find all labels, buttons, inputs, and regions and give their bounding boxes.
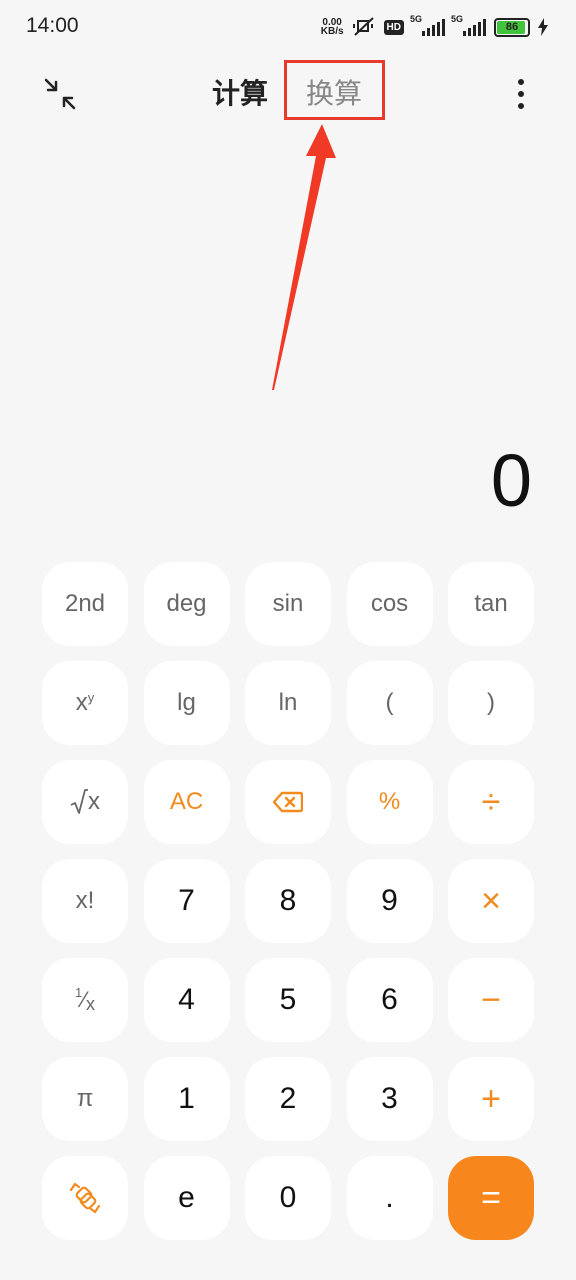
key-deg[interactable]: deg <box>143 562 230 646</box>
network-speed: 0.00 KB/s <box>320 18 344 37</box>
hd-badge: HD <box>383 19 404 35</box>
display-value: 0 <box>490 439 532 522</box>
mute-vibrate-icon <box>352 17 374 36</box>
key-2[interactable]: 2 <box>245 1057 331 1141</box>
more-vertical-icon[interactable] <box>506 74 536 114</box>
key-decimal[interactable]: . <box>346 1156 433 1240</box>
key-6[interactable]: 6 <box>346 958 433 1042</box>
status-icons: 0.00 KB/s HD 5G 5G 86 <box>320 14 548 38</box>
key-8[interactable]: 8 <box>245 859 331 943</box>
key-3[interactable]: 3 <box>346 1057 433 1141</box>
key-backspace[interactable] <box>245 760 331 844</box>
app-header: 计算 换算 <box>0 60 576 124</box>
power-exponent: y <box>87 689 95 705</box>
switch-mode-icon <box>69 1182 101 1214</box>
key-factorial[interactable]: x! <box>42 859 128 943</box>
status-time: 14:00 <box>26 14 79 37</box>
reciprocal-denominator: x <box>85 993 95 1014</box>
key-minus[interactable]: − <box>448 958 534 1042</box>
key-9[interactable]: 9 <box>346 859 433 943</box>
key-switch-mode[interactable] <box>42 1156 128 1240</box>
signal-2-label: 5G <box>451 14 464 24</box>
key-multiply[interactable]: × <box>448 859 534 943</box>
key-lg[interactable]: lg <box>143 661 230 745</box>
key-pi[interactable]: π <box>42 1057 128 1141</box>
key-sin[interactable]: sin <box>245 562 331 646</box>
key-power[interactable]: xy <box>42 661 128 745</box>
annotation-arrow <box>272 124 336 390</box>
key-open-paren[interactable]: ( <box>346 661 433 745</box>
key-divide[interactable]: ÷ <box>448 760 534 844</box>
tab-calculate[interactable]: 计算 <box>212 72 268 112</box>
collapse-arrows-icon[interactable] <box>40 74 80 114</box>
battery-icon: 86 <box>494 17 530 37</box>
key-close-paren[interactable]: ) <box>448 661 534 745</box>
power-base: x <box>75 689 88 716</box>
signal-icon-1: 5G <box>410 14 445 36</box>
key-plus[interactable]: + <box>448 1057 534 1141</box>
key-tan[interactable]: tan <box>448 562 534 646</box>
square-root-icon <box>70 789 88 814</box>
key-7[interactable]: 7 <box>143 859 230 943</box>
key-0[interactable]: 0 <box>245 1156 331 1240</box>
signal-icon-2: 5G <box>451 14 486 36</box>
key-5[interactable]: 5 <box>245 958 331 1042</box>
keypad: 2nd deg sin cos tan xy lg ln ( ) x AC % … <box>42 562 534 1240</box>
key-clear[interactable]: AC <box>143 760 230 844</box>
charging-bolt-icon <box>538 18 548 36</box>
signal-1-label: 5G <box>410 14 423 24</box>
key-4[interactable]: 4 <box>143 958 230 1042</box>
annotation-highlight-box <box>284 60 385 120</box>
battery-level: 86 <box>505 21 519 33</box>
backspace-icon <box>273 791 303 813</box>
calculator-screen: 14:00 0.00 KB/s HD 5G 5G 86 计算 换算 0 2nd … <box>0 0 576 1280</box>
key-reciprocal[interactable]: 1 ⁄ x <box>42 958 128 1042</box>
key-percent[interactable]: % <box>346 760 433 844</box>
key-e[interactable]: e <box>143 1156 230 1240</box>
sqrt-radicand: x <box>88 788 100 815</box>
network-speed-unit: KB/s <box>320 26 344 37</box>
reciprocal-numerator: 1 <box>75 984 83 1000</box>
key-1[interactable]: 1 <box>143 1057 230 1141</box>
key-ln[interactable]: ln <box>245 661 331 745</box>
key-sqrt[interactable]: x <box>42 760 128 844</box>
key-equals[interactable]: = <box>448 1156 534 1240</box>
key-2nd[interactable]: 2nd <box>42 562 128 646</box>
status-bar: 14:00 0.00 KB/s HD 5G 5G 86 <box>0 0 576 56</box>
key-cos[interactable]: cos <box>346 562 433 646</box>
